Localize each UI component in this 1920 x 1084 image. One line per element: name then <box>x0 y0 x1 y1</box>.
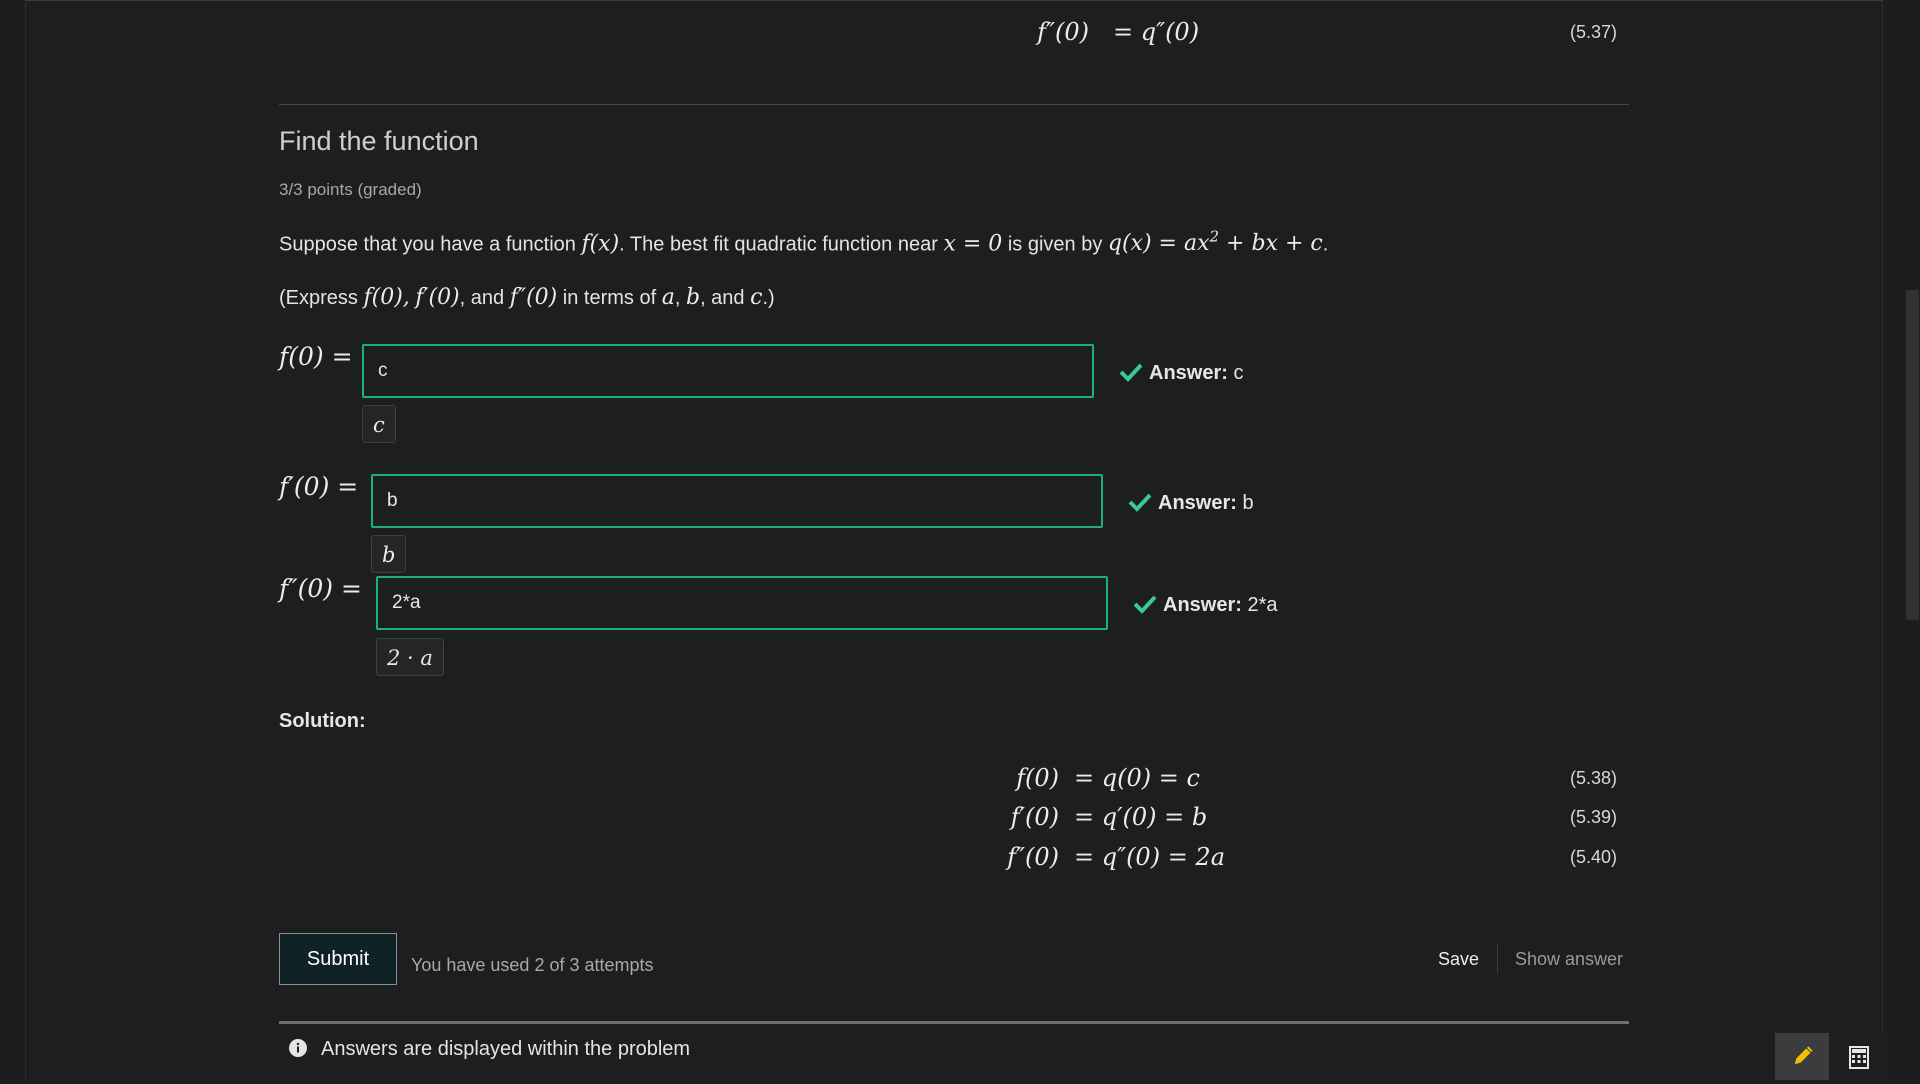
problem-points: 3/3 points (graded) <box>279 180 422 199</box>
instruction-math-b: b <box>685 285 701 310</box>
math-preview-fpp0: 2 · a <box>376 638 444 676</box>
solution-equation-rhs: = q″(0) = 2a <box>1074 843 1226 871</box>
notice-text: Answers are displayed within the problem <box>321 1038 691 1060</box>
solution-equation-number: (5.38) <box>1569 768 1617 788</box>
show-answer-button[interactable]: Show answer <box>1515 949 1623 970</box>
instruction-math-fp0: f′(0) <box>415 285 460 310</box>
answer-label: Answer: <box>1149 362 1228 384</box>
instruction-text-2: , and <box>459 287 510 309</box>
math-preview-fp0: b <box>371 535 407 573</box>
instruction-text-3: in terms of <box>557 287 662 309</box>
problem-intro: Suppose that you have a function f(x). T… <box>279 228 1328 256</box>
top-equation: f″(0) = q″(0) (5.37) <box>279 18 1629 52</box>
answer-label: Answer: <box>1158 492 1237 514</box>
section-divider <box>279 104 1629 105</box>
input-label-f0: f(0) = <box>279 342 353 371</box>
solution-equation-3: f″(0) = q″(0) = 2a (5.40) <box>279 843 1629 877</box>
intro-math-x0: x = 0 <box>943 231 1003 257</box>
solution-equation-lhs: f″(0) <box>1007 843 1059 871</box>
intro-text-2: . The best fit quadratic function near <box>619 233 944 256</box>
top-equation-rhs: = q″(0) <box>1113 18 1200 46</box>
notes-tool-button[interactable] <box>1775 1033 1829 1080</box>
answer-feedback-fpp0: Answer: 2*a <box>1133 594 1278 617</box>
check-icon <box>1133 595 1157 614</box>
check-icon <box>1119 363 1143 382</box>
scrollbar-thumb[interactable] <box>1906 290 1919 620</box>
instruction-math-fpp0: f″(0) <box>509 285 558 310</box>
input-label-fp0: f′(0) = <box>279 472 359 501</box>
instruction-math-a: a <box>661 285 675 310</box>
check-icon <box>1128 493 1152 512</box>
intro-math-fx: f(x) <box>581 231 620 257</box>
solution-equation-1: f(0) = q(0) = c (5.38) <box>279 764 1629 798</box>
instruction-text-5: , and <box>700 287 751 309</box>
pencil-icon <box>1794 1046 1813 1065</box>
instruction-text-6: .) <box>762 287 775 309</box>
solution-equation-2: f′(0) = q′(0) = b (5.39) <box>279 803 1629 837</box>
solution-equation-rhs: = q′(0) = b <box>1074 803 1208 831</box>
action-divider <box>1497 945 1498 973</box>
notice-message: Answers are displayed within the problem <box>289 1038 690 1061</box>
answer-value: b <box>1242 492 1254 514</box>
calculator-icon <box>1849 1046 1869 1069</box>
save-button[interactable]: Save <box>1438 949 1479 970</box>
instruction-math-c: c <box>750 285 763 310</box>
intro-math-qx-a: q(x) = ax <box>1107 231 1210 257</box>
answer-feedback-f0: Answer: c <box>1119 362 1243 385</box>
intro-math-qx: q(x) = ax2 + bx + c <box>1107 228 1323 257</box>
answer-label: Answer: <box>1163 594 1242 616</box>
info-icon <box>289 1039 307 1057</box>
submit-button[interactable]: Submit <box>279 933 397 985</box>
answer-input-fp0[interactable]: b <box>371 474 1103 528</box>
problem-content: f″(0) = q″(0) (5.37) Find the function 3… <box>279 0 1629 1080</box>
instruction-math-f0: f(0), <box>363 285 410 310</box>
top-equation-number: (5.37) <box>1569 22 1617 42</box>
notice-bar <box>279 1021 1629 1024</box>
answer-value: 2*a <box>1247 594 1278 616</box>
intro-math-qx-c: + bx + c <box>1219 231 1323 257</box>
attempts-text: You have used 2 of 3 attempts <box>411 955 654 975</box>
intro-text-3: is given by <box>1002 233 1108 256</box>
answer-feedback-fp0: Answer: b <box>1128 492 1254 515</box>
solution-equation-lhs: f(0) <box>1016 764 1059 792</box>
solution-equation-rhs: = q(0) = c <box>1074 764 1200 792</box>
problem-instruction: (Express f(0), f′(0), and f″(0) in terms… <box>279 285 775 310</box>
intro-text-4: . <box>1322 233 1329 256</box>
intro-text-1: Suppose that you have a function <box>279 233 582 256</box>
solution-equation-lhs: f′(0) <box>1010 803 1059 831</box>
answer-value: c <box>1233 362 1244 384</box>
input-label-fpp0: f″(0) = <box>279 574 362 603</box>
answer-input-f0[interactable]: c <box>362 344 1094 398</box>
math-preview-f0: c <box>362 405 396 443</box>
instruction-text-1: (Express <box>279 287 364 309</box>
answer-input-fpp0[interactable]: 2*a <box>376 576 1108 630</box>
solution-equation-number: (5.39) <box>1569 807 1617 827</box>
problem-title: Find the function <box>279 126 479 156</box>
top-equation-lhs: f″(0) <box>1037 18 1089 46</box>
calculator-tool-button[interactable] <box>1832 1033 1886 1080</box>
instruction-text-4: , <box>674 287 686 309</box>
solution-equation-number: (5.40) <box>1569 847 1617 867</box>
intro-math-qx-exp: 2 <box>1209 228 1220 246</box>
solution-label: Solution: <box>279 710 366 732</box>
